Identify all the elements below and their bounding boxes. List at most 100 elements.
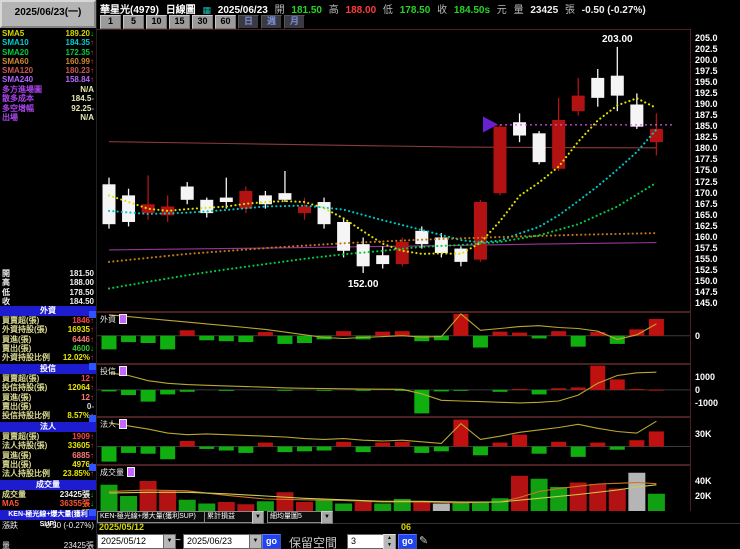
stat-value-text: 33605 — [67, 441, 90, 451]
foreign-investors-panel[interactable]: 外資 — [97, 312, 691, 364]
date-to-select[interactable]: 2025/06/23 ▼ — [183, 534, 262, 549]
period-button-15[interactable]: 15 — [169, 15, 190, 29]
stat-row: 買進(張) 6446↑ — [0, 335, 96, 344]
stat-label: 買賣超(張) — [2, 431, 40, 441]
flow-bar — [414, 446, 430, 453]
stat-value: 6885↑ — [72, 451, 94, 460]
range-tilde: ~ — [175, 535, 181, 546]
period-button-60[interactable]: 60 — [215, 15, 236, 29]
panel-drag-handle[interactable] — [89, 311, 96, 318]
stat-value-text: 184.35 — [65, 38, 90, 48]
volume-bar — [335, 503, 353, 511]
flow-bar — [277, 389, 293, 391]
stat-value-text: 8.57% — [67, 411, 90, 421]
chart-grid-icon[interactable]: ▦ — [202, 5, 211, 15]
flow-bar — [218, 335, 234, 342]
stat-value-text: 6885 — [72, 450, 90, 460]
date-from-select[interactable]: 2025/05/12 ▼ — [97, 534, 176, 549]
panel-drag-handle[interactable] — [89, 464, 96, 471]
go-button-2[interactable]: go — [398, 534, 417, 549]
spinner-down-icon[interactable]: ▼ — [384, 542, 395, 549]
reserve-space-input[interactable]: 3 — [347, 534, 386, 549]
stat-label: 賣出(張) — [2, 343, 32, 353]
price-axis-label: 185.0 — [695, 121, 718, 132]
stat-value: 4600↓ — [72, 344, 94, 353]
flow-bar — [453, 313, 469, 336]
volume-value: 23425 — [530, 5, 559, 16]
volume-bar — [178, 499, 196, 511]
period-button-10[interactable]: 10 — [146, 15, 167, 29]
price-axis-label: 167.5 — [695, 198, 718, 209]
period-button-5[interactable]: 5 — [123, 15, 144, 29]
down-arrow-icon: ↓ — [90, 29, 94, 38]
stat-row: 收 184.50 — [0, 297, 96, 306]
panel-drag-handle[interactable] — [89, 415, 96, 422]
flow-bar — [101, 335, 117, 350]
date-box[interactable]: 2025/06/23(一) — [0, 0, 96, 28]
go-button[interactable]: go — [262, 534, 281, 549]
volume-bar — [296, 502, 313, 511]
stat-value: N/A — [80, 113, 94, 122]
spinner-up-icon[interactable]: ▲ — [384, 535, 395, 542]
change-row-label: 漲跌 — [2, 521, 18, 530]
period-button-日[interactable]: 日 — [238, 15, 259, 29]
stat-row: 開 181.50 — [0, 269, 96, 278]
stat-value: 92.25- — [71, 104, 94, 113]
date-from-value: 2025/05/12 — [101, 536, 147, 546]
stat-value: N/A — [80, 85, 94, 94]
period-button-1[interactable]: 1 — [100, 15, 121, 29]
period-button-月[interactable]: 月 — [284, 15, 305, 29]
reserve-spinner[interactable]: ▲ ▼ — [383, 534, 396, 549]
stat-row: 買賣超(張) 12↑ — [0, 374, 96, 383]
flow-bar — [433, 446, 449, 452]
stat-value-text: 6446 — [72, 334, 90, 344]
panel-drag-handle[interactable] — [89, 363, 96, 370]
stat-label: 開 — [2, 269, 10, 278]
price-axis-label: 150.0 — [695, 276, 718, 287]
candle-body — [473, 202, 487, 260]
volume-panel[interactable]: 成交量 — [97, 465, 691, 512]
flow-bar — [179, 389, 195, 392]
price-axis-label: 182.5 — [695, 132, 718, 143]
close-label: 收 — [437, 5, 448, 16]
stat-label: 低 — [2, 287, 10, 297]
period-button-30[interactable]: 30 — [192, 15, 213, 29]
institutional-panel[interactable]: 法人 — [97, 417, 691, 465]
price-axis-label: 195.0 — [695, 76, 718, 87]
price-axis-label: 157.5 — [695, 243, 718, 254]
foreign-svg — [97, 313, 690, 350]
date-to-arrow-icon[interactable]: ▼ — [249, 535, 261, 548]
flow-bar — [472, 446, 488, 456]
stat-value-text: 4600 — [72, 343, 90, 353]
flow-bar — [551, 388, 567, 390]
flow-bar — [590, 442, 606, 447]
stat-label: SMA20 — [2, 47, 29, 57]
volume-bar — [471, 502, 489, 511]
main-candlestick-chart[interactable]: 203.00 152.00 — [97, 29, 691, 312]
stat-value-text: 16935 — [67, 325, 90, 335]
ken-indicator-bar[interactable]: KEN-極光線+爆大量(獲利SUP) — [0, 510, 96, 528]
candle-body — [122, 195, 136, 222]
edit-pencil-icon[interactable]: ✎ — [419, 534, 428, 547]
flow-bar — [472, 335, 488, 348]
volume-bar — [120, 496, 138, 511]
up-arrow-icon: ↑ — [90, 334, 94, 344]
stat-label: 投信持股比例 — [2, 411, 50, 421]
stat-value: 23425張↓ — [60, 490, 94, 499]
panel-drag-handle[interactable] — [89, 509, 96, 516]
price-axis-label: 155.0 — [695, 254, 718, 265]
period-button-週[interactable]: 週 — [261, 15, 282, 29]
panel-legend-swatch — [119, 314, 127, 324]
volume-bar — [550, 487, 568, 511]
flow-bar — [531, 335, 547, 339]
volume-bar — [647, 493, 665, 511]
volume-bar — [432, 503, 450, 511]
flow-bar — [629, 440, 645, 447]
high-price-label: 203.00 — [602, 34, 633, 45]
date-from-arrow-icon[interactable]: ▼ — [163, 535, 175, 548]
investment-trust-panel[interactable]: 投信 — [97, 364, 691, 417]
flow-bar — [394, 441, 410, 447]
stat-row: 買進(張) 12↑ — [0, 393, 96, 402]
stat-label: 買進(張) — [2, 334, 32, 344]
stat-value: 172.35↑ — [66, 48, 94, 57]
